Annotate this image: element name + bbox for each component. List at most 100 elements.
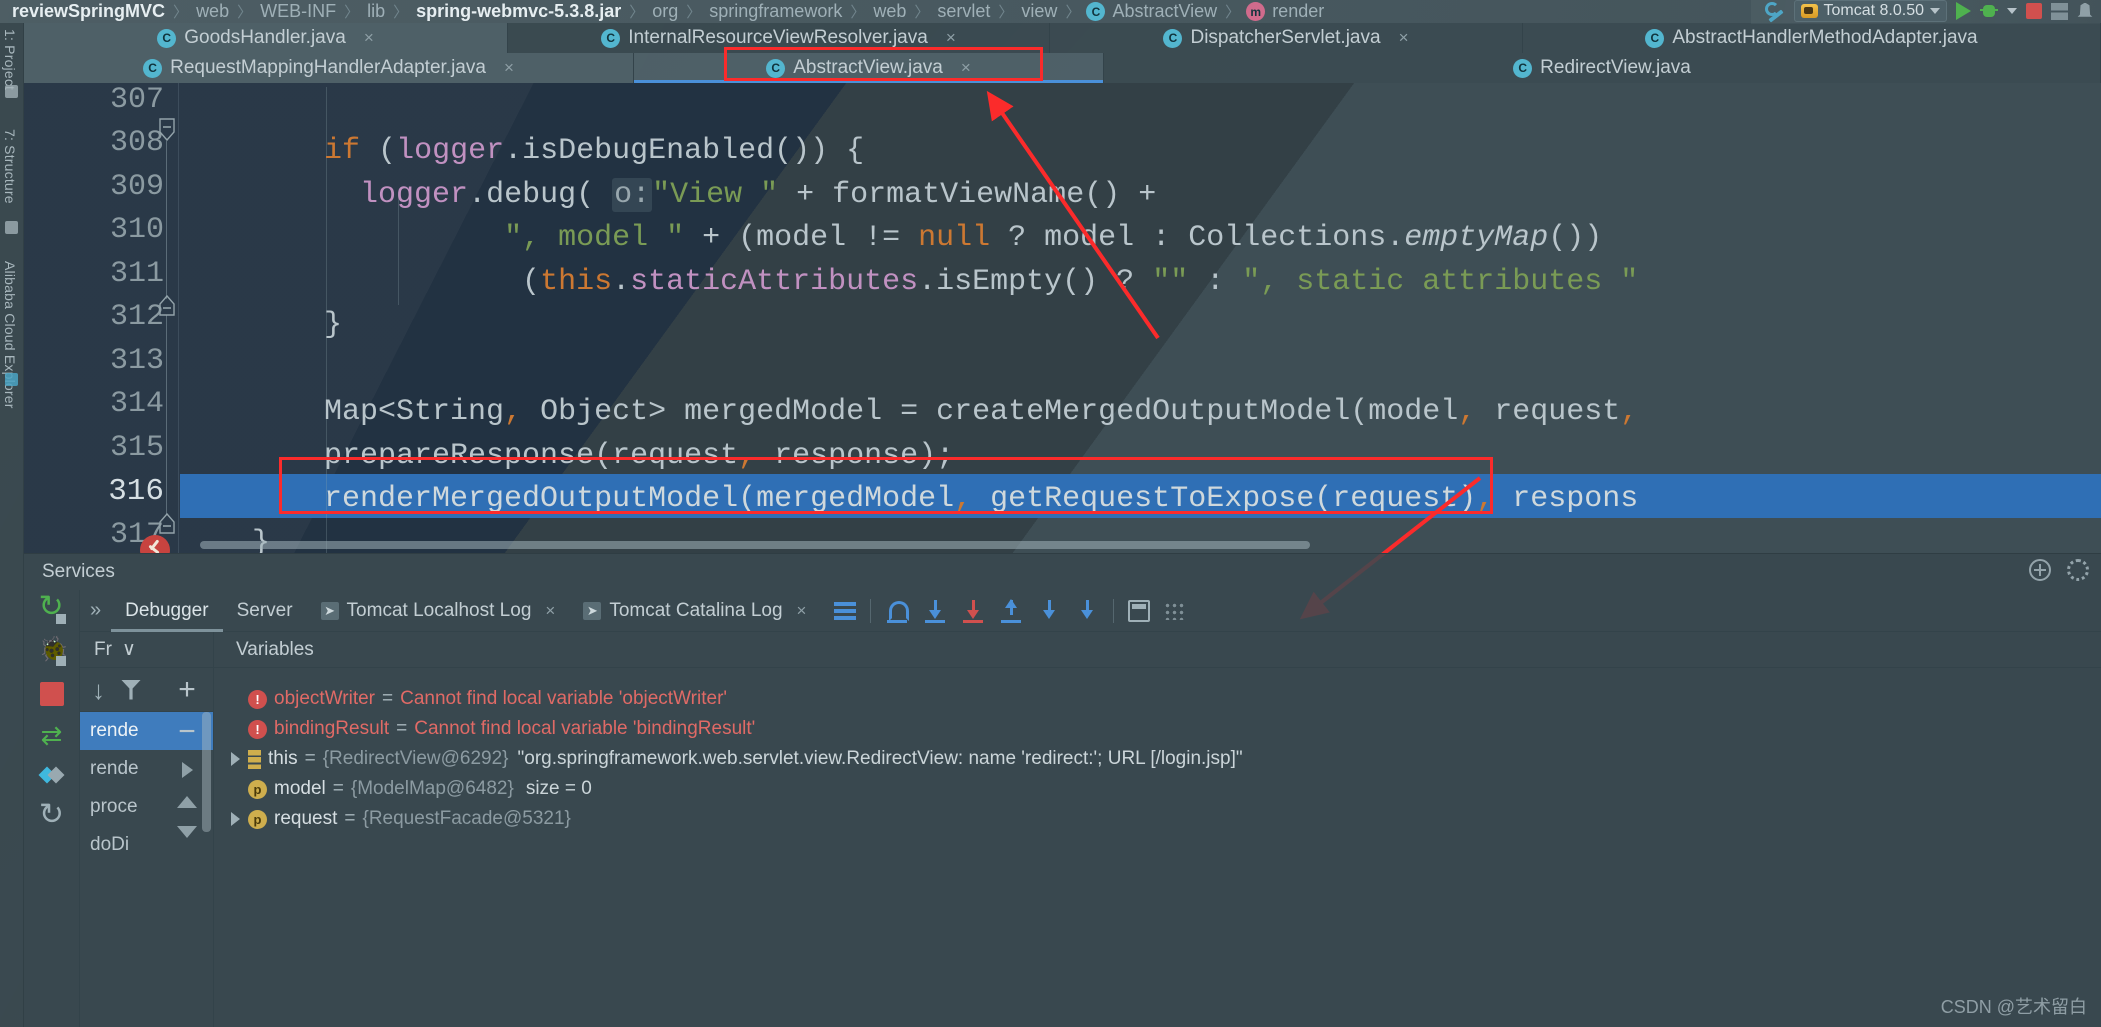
editor-tab-redirectview[interactable]: C RedirectView.java (1104, 53, 2101, 83)
variable-name: objectWriter (274, 688, 376, 709)
close-icon[interactable]: × (545, 601, 555, 621)
variable-error-message: Cannot find local variable 'objectWriter… (400, 688, 728, 709)
jump-icon[interactable]: ↓ (92, 677, 105, 703)
sidebar-item-project[interactable]: 1: Project (2, 29, 18, 90)
tab-server[interactable]: Server (223, 590, 307, 632)
close-icon[interactable]: × (961, 58, 971, 78)
chevron-down-icon[interactable] (2007, 8, 2017, 14)
move-up-icon[interactable] (177, 796, 197, 808)
layout-icon[interactable] (2051, 2, 2068, 20)
console-icon: ➤ (320, 601, 339, 620)
variable-row-bindingresult[interactable]: ! bindingResult = Cannot find local vari… (214, 714, 2101, 744)
breadcrumb-item-springframework[interactable]: springframework (707, 1, 844, 22)
code-line-308: if (logger.isDebugEnabled()) { (324, 134, 865, 168)
variable-reference: {RedirectView@6292} (322, 748, 509, 769)
breadcrumb-item-render[interactable]: render (1270, 1, 1326, 22)
ide-window: reviewSpringMVC 〉 web 〉 WEB-INF 〉 lib 〉 … (0, 0, 2101, 1027)
chevron-down-icon (1930, 8, 1940, 14)
editor-tab-requestmappinghandleradapter[interactable]: C RequestMappingHandlerAdapter.java × (24, 53, 634, 83)
mute-breakpoints-icon[interactable] (834, 601, 857, 620)
toolbar-divider (1113, 598, 1115, 623)
add-icon[interactable]: + (178, 675, 196, 705)
rerun-icon[interactable] (39, 589, 66, 624)
layout-icon[interactable] (41, 764, 63, 786)
force-step-into-icon[interactable] (961, 599, 985, 623)
tab-debugger[interactable]: Debugger (111, 590, 222, 632)
breadcrumb-item-lib[interactable]: lib (365, 1, 387, 22)
thread-dump-icon[interactable]: ⇄ (41, 722, 63, 748)
editor-gutter[interactable]: 307 308 309 310 311 312 313 314 315 316 … (24, 83, 179, 553)
object-icon (248, 749, 261, 769)
fold-collapse-icon[interactable] (157, 513, 177, 534)
move-down-icon[interactable] (177, 826, 197, 838)
stop-icon[interactable] (2026, 3, 2042, 19)
move-right-icon[interactable] (181, 762, 193, 778)
variables-list[interactable]: ! objectWriter = Cannot find local varia… (214, 668, 2101, 834)
breadcrumb-item-project[interactable]: reviewSpringMVC (10, 1, 167, 22)
editor-horizontal-scrollbar[interactable] (180, 541, 2101, 549)
settings-dots-icon[interactable] (1164, 601, 1187, 620)
breadcrumb-item-view[interactable]: view (1019, 1, 1059, 22)
editor-tab-abstractview[interactable]: C AbstractView.java × (634, 53, 1104, 83)
editor-tab-goodshandler[interactable]: C GoodsHandler.java × (24, 23, 508, 53)
close-icon[interactable]: × (797, 601, 807, 621)
variable-row-objectwriter[interactable]: ! objectWriter = Cannot find local varia… (214, 684, 2101, 714)
breadcrumb-item-web2[interactable]: web (871, 1, 908, 22)
sidebar-item-structure[interactable]: 7: Structure (2, 129, 18, 204)
editor-tab-label: GoodsHandler.java (184, 27, 346, 48)
remove-icon[interactable]: − (178, 717, 196, 747)
close-icon[interactable]: × (504, 58, 514, 78)
evaluate-expression-icon[interactable] (1128, 599, 1151, 622)
close-icon[interactable]: × (364, 28, 374, 48)
stop-icon[interactable] (39, 682, 64, 706)
editor-tab-internalresourceviewresolver[interactable]: C InternalResourceViewResolver.java × (508, 23, 1050, 53)
tab-tomcat-localhost-log[interactable]: ➤ Tomcat Localhost Log × (307, 590, 570, 632)
step-out-icon[interactable] (999, 598, 1023, 623)
debug-icon[interactable] (39, 640, 66, 666)
notifications-icon[interactable] (2077, 2, 2093, 17)
refresh-icon[interactable]: ↻ (39, 800, 64, 830)
drop-frame-icon[interactable] (1037, 599, 1061, 623)
debug-icon[interactable] (1980, 2, 1998, 20)
code-editor[interactable]: 307 308 309 310 311 312 313 314 315 316 … (24, 83, 2101, 553)
code-text[interactable]: if (logger.isDebugEnabled()) { logger.de… (180, 83, 2101, 553)
variable-row-request[interactable]: p request = {RequestFacade@5321} (214, 804, 2101, 834)
variable-value: "org.springframework.web.servlet.view.Re… (517, 748, 1243, 769)
settings-icon[interactable] (2067, 559, 2089, 581)
breadcrumb-item-jar[interactable]: spring-webmvc-5.3.8.jar (414, 1, 623, 22)
editor-tab-dispatcherservlet[interactable]: C DispatcherServlet.java × (1050, 23, 1523, 53)
close-icon[interactable]: × (946, 28, 956, 48)
breadcrumb-item-webinf[interactable]: WEB-INF (258, 1, 338, 22)
breadcrumb-item-abstractview[interactable]: AbstractView (1110, 1, 1219, 22)
breadcrumb-item-org[interactable]: org (650, 1, 680, 22)
breadcrumb-item-servlet[interactable]: servlet (935, 1, 992, 22)
sidebar-item-cloud-explorer[interactable]: Alibaba Cloud Explorer (2, 261, 18, 409)
filter-icon[interactable] (121, 679, 141, 700)
tab-tomcat-catalina-log[interactable]: ➤ Tomcat Catalina Log × (569, 590, 820, 632)
variable-row-this[interactable]: this = {RedirectView@6292} "org.springfr… (214, 744, 2101, 774)
fold-collapse-icon[interactable] (157, 118, 177, 142)
variable-error-message: Cannot find local variable 'bindingResul… (414, 718, 756, 739)
equals-sign: = (344, 808, 356, 829)
expander-icon[interactable] (226, 812, 244, 826)
help-icon[interactable] (2029, 559, 2051, 581)
step-into-icon[interactable] (923, 599, 947, 623)
run-icon[interactable] (1956, 2, 1971, 20)
wrench-icon[interactable] (1764, 1, 1785, 21)
fold-collapse-icon[interactable] (157, 295, 177, 316)
run-to-cursor-icon[interactable] (1075, 599, 1099, 623)
cloud-tool-icon[interactable] (5, 373, 18, 386)
editor-tab-abstracthandlermethodadapter[interactable]: C AbstractHandlerMethodAdapter.java (1523, 23, 2101, 53)
editor-tab-label: RedirectView.java (1540, 57, 1691, 78)
editor-tab-label: DispatcherServlet.java (1190, 27, 1381, 48)
run-configuration-selector[interactable]: Tomcat 8.0.50 (1793, 0, 1947, 22)
structure-tool-icon[interactable] (5, 221, 18, 234)
breadcrumb-item-web[interactable]: web (194, 1, 231, 22)
scrollbar-thumb[interactable] (200, 541, 1310, 549)
expand-chevron-icon[interactable]: » (80, 599, 111, 622)
variable-row-model[interactable]: p model = {ModelMap@6482} size = 0 (214, 774, 2101, 804)
step-over-icon[interactable] (885, 599, 910, 623)
close-icon[interactable]: × (1399, 28, 1409, 48)
expander-icon[interactable] (226, 752, 244, 766)
chevron-down-icon[interactable]: ∨ (122, 638, 136, 661)
